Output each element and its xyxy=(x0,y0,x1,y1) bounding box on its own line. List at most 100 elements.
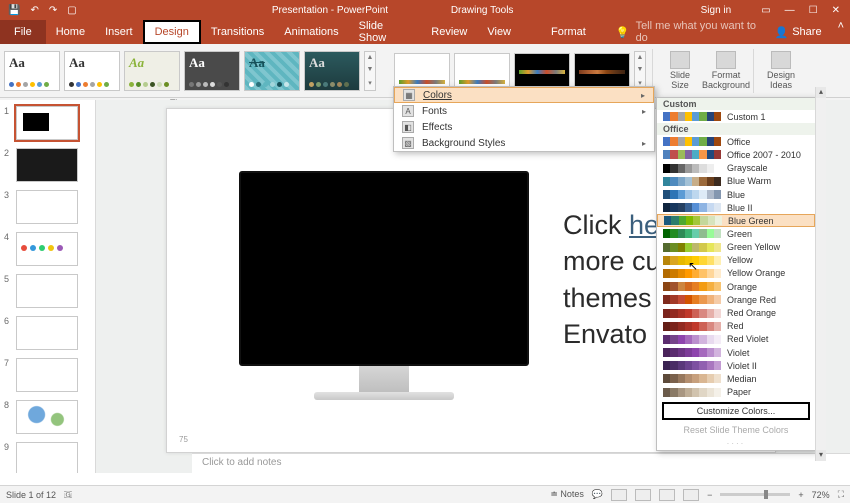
ribbon-options-icon[interactable]: ▭ xyxy=(761,5,770,16)
undo-icon[interactable]: ↶ xyxy=(30,5,38,16)
variant-thumb[interactable] xyxy=(514,53,570,89)
slide-size-button[interactable]: Slide Size xyxy=(659,51,701,90)
slide-thumbnail[interactable]: 9 xyxy=(0,436,95,473)
view-normal-button[interactable] xyxy=(611,489,627,501)
collapse-ribbon-icon[interactable]: ˄ xyxy=(832,20,850,44)
color-scheme-item[interactable]: Median xyxy=(657,372,815,385)
save-icon[interactable]: 💾 xyxy=(8,5,20,16)
theme-thumb[interactable]: Aa xyxy=(4,51,60,91)
slide-number: 75 xyxy=(179,435,188,444)
design-ideas-button[interactable]: Design Ideas xyxy=(760,51,802,90)
color-scheme-item[interactable]: Grayscale xyxy=(657,162,815,175)
tell-me-search[interactable]: 💡 Tell me what you want to do xyxy=(616,20,765,44)
zoom-slider[interactable] xyxy=(720,493,790,496)
menu-item-fonts[interactable]: A Fonts ▸ xyxy=(394,103,654,119)
variant-thumb[interactable] xyxy=(394,53,450,89)
variant-thumb[interactable] xyxy=(454,53,510,89)
slide-thumbnail[interactable]: 4 xyxy=(0,226,95,268)
tab-file[interactable]: File xyxy=(0,20,46,44)
maximize-icon[interactable]: ☐ xyxy=(809,5,818,16)
theme-thumb[interactable]: Aa xyxy=(184,51,240,91)
zoom-out-button[interactable]: − xyxy=(707,490,712,500)
start-slideshow-icon[interactable]: ▢ xyxy=(67,5,76,16)
theme-thumb[interactable]: Aa xyxy=(304,51,360,91)
color-scheme-item[interactable]: Violet xyxy=(657,346,815,359)
tab-view[interactable]: View xyxy=(477,20,521,44)
tab-transitions[interactable]: Transitions xyxy=(201,20,274,44)
slide-thumbnail[interactable]: 8 xyxy=(0,394,95,436)
color-scheme-item[interactable]: Paper xyxy=(657,386,815,399)
notes-toggle[interactable]: ≐ Notes xyxy=(550,489,584,500)
flyout-scrollbar[interactable]: ▴▾ xyxy=(815,87,826,461)
color-scheme-item[interactable]: Red xyxy=(657,320,815,333)
view-sorter-button[interactable] xyxy=(635,489,651,501)
color-scheme-label: Blue II xyxy=(727,203,753,213)
slide-thumbnail[interactable]: 1 xyxy=(0,100,95,142)
color-scheme-item[interactable]: Red Orange xyxy=(657,306,815,319)
view-reading-button[interactable] xyxy=(659,489,675,501)
color-scheme-label: Median xyxy=(727,374,757,384)
slide-thumbnail[interactable]: 7 xyxy=(0,352,95,394)
bg-styles-icon: ▧ xyxy=(402,137,414,149)
color-scheme-item[interactable]: Green xyxy=(657,227,815,240)
variants-more-button[interactable]: ▲▼▾ xyxy=(634,51,646,91)
colors-custom-header: Custom xyxy=(657,98,815,110)
color-scheme-item[interactable]: Orange xyxy=(657,280,815,293)
tab-format[interactable]: Format xyxy=(541,20,596,44)
thumb-number: 8 xyxy=(4,400,12,410)
color-scheme-item[interactable]: Blue II xyxy=(657,201,815,214)
color-scheme-item[interactable]: Yellow xyxy=(657,254,815,267)
redo-icon[interactable]: ↷ xyxy=(49,5,57,16)
color-scheme-item[interactable]: Yellow Orange xyxy=(657,267,815,280)
menu-bg-label: Background Styles xyxy=(422,138,505,149)
tab-insert[interactable]: Insert xyxy=(95,20,143,44)
tab-design[interactable]: Design xyxy=(143,20,201,44)
color-scheme-custom1[interactable]: Custom 1 xyxy=(657,110,815,123)
variant-thumb[interactable] xyxy=(574,53,630,89)
theme-thumb[interactable]: Aa xyxy=(64,51,120,91)
slide-thumbnail[interactable]: 3 xyxy=(0,184,95,226)
view-slideshow-button[interactable] xyxy=(683,489,699,501)
color-scheme-item[interactable]: Orange Red xyxy=(657,293,815,306)
format-background-button[interactable]: Format Background xyxy=(705,51,747,90)
color-scheme-item[interactable]: Blue Green xyxy=(657,214,815,227)
resize-grip-icon[interactable]: ···· xyxy=(657,439,815,450)
slide-thumbnail[interactable]: 5 xyxy=(0,268,95,310)
customize-colors-button[interactable]: Customize Colors... xyxy=(662,402,810,420)
color-scheme-item[interactable]: Blue Warm xyxy=(657,175,815,188)
color-scheme-label: Orange xyxy=(727,282,757,292)
tell-me-placeholder: Tell me what you want to do xyxy=(636,20,765,44)
share-button[interactable]: 👤 Share xyxy=(765,20,832,44)
tab-animations[interactable]: Animations xyxy=(274,20,348,44)
close-icon[interactable]: ✕ xyxy=(832,5,840,16)
theme-thumb[interactable]: Aa xyxy=(244,51,300,91)
status-language[interactable]: 🇬 xyxy=(64,489,72,500)
minimize-icon[interactable]: — xyxy=(785,5,795,16)
tab-home[interactable]: Home xyxy=(46,20,95,44)
menu-item-bg-styles[interactable]: ▧ Background Styles ▸ xyxy=(394,135,654,151)
slide-thumbnail[interactable]: 2 xyxy=(0,142,95,184)
color-scheme-item[interactable]: Green Yellow xyxy=(657,241,815,254)
color-scheme-item[interactable]: Office xyxy=(657,135,815,148)
effects-icon: ◧ xyxy=(402,121,414,133)
themes-more-button[interactable]: ▲▼▾ xyxy=(364,51,376,91)
notes-pane[interactable]: Click to add notes xyxy=(192,453,850,473)
comments-icon[interactable]: 💬 xyxy=(592,489,603,500)
color-scheme-item[interactable]: Violet II xyxy=(657,359,815,372)
menu-item-colors[interactable]: ▦ Colors ▸ xyxy=(394,87,654,103)
color-scheme-item[interactable]: Blue xyxy=(657,188,815,201)
theme-thumb[interactable]: Aa xyxy=(124,51,180,91)
color-scheme-item[interactable]: Office 2007 - 2010 xyxy=(657,148,815,161)
color-scheme-item[interactable]: Red Violet xyxy=(657,333,815,346)
thumb-number: 1 xyxy=(4,106,12,116)
zoom-level[interactable]: 72% xyxy=(812,490,830,500)
tab-slideshow[interactable]: Slide Show xyxy=(349,20,422,44)
fit-to-window-button[interactable]: ⛶ xyxy=(838,489,844,500)
slide-thumbnail[interactable]: 6 xyxy=(0,310,95,352)
zoom-in-button[interactable]: + xyxy=(798,490,803,500)
color-scheme-label: Blue Warm xyxy=(727,176,771,186)
tab-review[interactable]: Review xyxy=(421,20,477,44)
thumb-number: 3 xyxy=(4,190,12,200)
menu-item-effects[interactable]: ◧ Effects xyxy=(394,119,654,135)
sign-in-link[interactable]: Sign in xyxy=(701,5,732,16)
